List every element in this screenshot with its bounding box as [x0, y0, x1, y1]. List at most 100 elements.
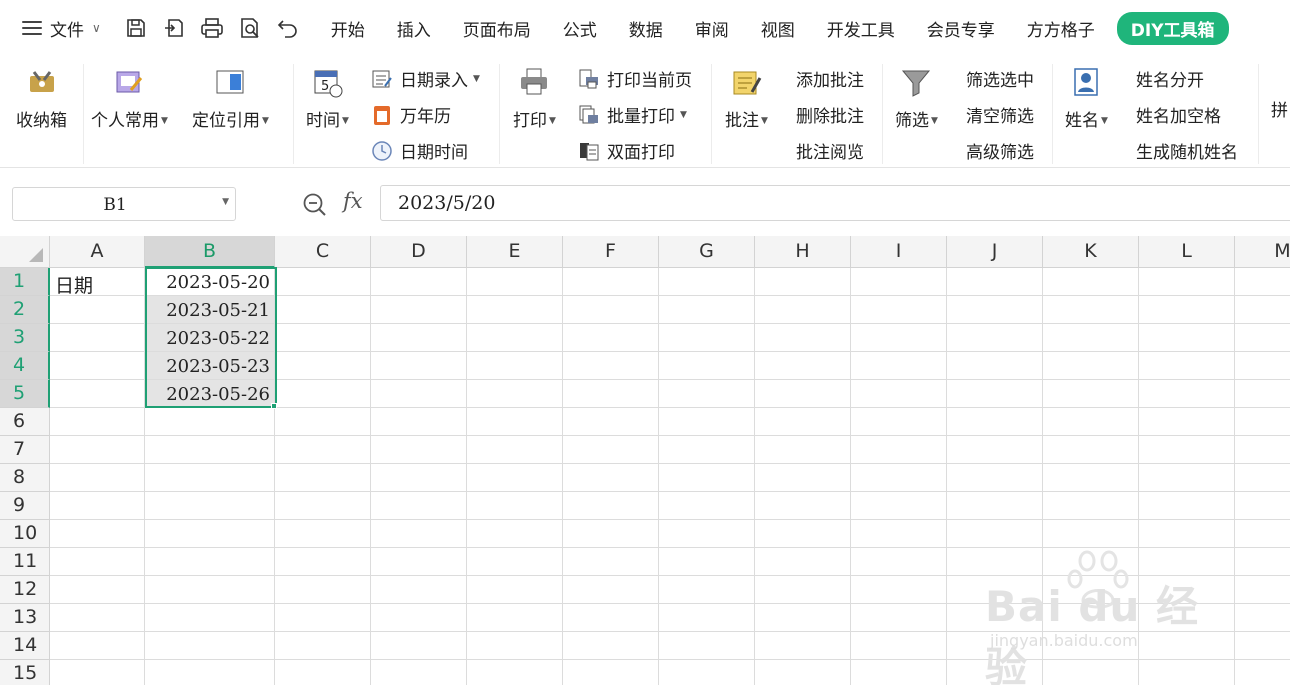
- tab-home[interactable]: 开始: [315, 16, 381, 41]
- cell-c11[interactable]: [275, 548, 371, 576]
- cell-l3[interactable]: [1139, 324, 1235, 352]
- cell-l15[interactable]: [1139, 660, 1235, 685]
- cell-f15[interactable]: [563, 660, 659, 685]
- cell-g12[interactable]: [659, 576, 755, 604]
- cell-c1[interactable]: [275, 268, 371, 296]
- cell-i10[interactable]: [851, 520, 947, 548]
- pinyin-button[interactable]: 拼: [1271, 96, 1288, 121]
- column-header-e[interactable]: E: [467, 236, 563, 268]
- cell-l11[interactable]: [1139, 548, 1235, 576]
- cell-b1[interactable]: 2023-05-20: [145, 268, 275, 296]
- cell-f10[interactable]: [563, 520, 659, 548]
- cell-a13[interactable]: [50, 604, 145, 632]
- cell-c2[interactable]: [275, 296, 371, 324]
- cell-d3[interactable]: [371, 324, 467, 352]
- view-comment-button[interactable]: 批注阅览: [796, 138, 864, 163]
- cell-d5[interactable]: [371, 380, 467, 408]
- cell-c9[interactable]: [275, 492, 371, 520]
- formula-input[interactable]: 2023/5/20: [380, 185, 1290, 221]
- cell-c12[interactable]: [275, 576, 371, 604]
- cell-e3[interactable]: [467, 324, 563, 352]
- cell-i2[interactable]: [851, 296, 947, 324]
- time-button[interactable]: 5 时间 ▼: [306, 56, 349, 131]
- cell-b3[interactable]: 2023-05-22: [145, 324, 275, 352]
- cell-b4[interactable]: 2023-05-23: [145, 352, 275, 380]
- cell-h12[interactable]: [755, 576, 851, 604]
- cell-k6[interactable]: [1043, 408, 1139, 436]
- cell-f8[interactable]: [563, 464, 659, 492]
- cell-b2[interactable]: 2023-05-21: [145, 296, 275, 324]
- cell-i1[interactable]: [851, 268, 947, 296]
- cell-m5[interactable]: [1235, 380, 1290, 408]
- cell-h11[interactable]: [755, 548, 851, 576]
- cell-k4[interactable]: [1043, 352, 1139, 380]
- cell-m12[interactable]: [1235, 576, 1290, 604]
- print-current-page-button[interactable]: 打印当前页: [578, 66, 692, 91]
- cell-i5[interactable]: [851, 380, 947, 408]
- cell-f13[interactable]: [563, 604, 659, 632]
- cell-d12[interactable]: [371, 576, 467, 604]
- cell-l14[interactable]: [1139, 632, 1235, 660]
- cell-m8[interactable]: [1235, 464, 1290, 492]
- cell-a11[interactable]: [50, 548, 145, 576]
- random-name-button[interactable]: 生成随机姓名: [1136, 138, 1238, 163]
- cell-h7[interactable]: [755, 436, 851, 464]
- row-header-8[interactable]: 8: [0, 464, 50, 492]
- cell-g11[interactable]: [659, 548, 755, 576]
- cell-b13[interactable]: [145, 604, 275, 632]
- print-preview-icon[interactable]: [237, 15, 263, 41]
- tab-diy-toolbox[interactable]: DIY工具箱: [1116, 11, 1229, 45]
- cell-h8[interactable]: [755, 464, 851, 492]
- cell-g6[interactable]: [659, 408, 755, 436]
- cell-i11[interactable]: [851, 548, 947, 576]
- cell-a4[interactable]: [50, 352, 145, 380]
- cell-h5[interactable]: [755, 380, 851, 408]
- cell-m11[interactable]: [1235, 548, 1290, 576]
- datetime-button[interactable]: 日期时间: [371, 138, 468, 163]
- cell-k9[interactable]: [1043, 492, 1139, 520]
- cell-m14[interactable]: [1235, 632, 1290, 660]
- cell-a6[interactable]: [50, 408, 145, 436]
- cell-k5[interactable]: [1043, 380, 1139, 408]
- row-header-3[interactable]: 3: [0, 324, 50, 352]
- cell-c7[interactable]: [275, 436, 371, 464]
- clear-filter-button[interactable]: 清空筛选: [966, 102, 1034, 127]
- cell-i4[interactable]: [851, 352, 947, 380]
- cell-g10[interactable]: [659, 520, 755, 548]
- cell-j11[interactable]: [947, 548, 1043, 576]
- cell-b9[interactable]: [145, 492, 275, 520]
- cell-f7[interactable]: [563, 436, 659, 464]
- cell-i13[interactable]: [851, 604, 947, 632]
- cell-a1[interactable]: 日期: [50, 268, 145, 296]
- cell-f9[interactable]: [563, 492, 659, 520]
- cell-i12[interactable]: [851, 576, 947, 604]
- cell-a8[interactable]: [50, 464, 145, 492]
- cell-h1[interactable]: [755, 268, 851, 296]
- filter-selected-button[interactable]: 筛选选中: [966, 66, 1034, 91]
- cell-a2[interactable]: [50, 296, 145, 324]
- cell-b11[interactable]: [145, 548, 275, 576]
- cell-g13[interactable]: [659, 604, 755, 632]
- cell-d11[interactable]: [371, 548, 467, 576]
- cell-b5[interactable]: 2023-05-26: [145, 380, 275, 408]
- cell-c13[interactable]: [275, 604, 371, 632]
- tab-member[interactable]: 会员专享: [911, 16, 1011, 41]
- cell-j7[interactable]: [947, 436, 1043, 464]
- cell-l2[interactable]: [1139, 296, 1235, 324]
- cell-b10[interactable]: [145, 520, 275, 548]
- cell-k7[interactable]: [1043, 436, 1139, 464]
- cell-e1[interactable]: [467, 268, 563, 296]
- cell-j2[interactable]: [947, 296, 1043, 324]
- cell-k1[interactable]: [1043, 268, 1139, 296]
- column-header-i[interactable]: I: [851, 236, 947, 268]
- cell-a14[interactable]: [50, 632, 145, 660]
- cell-k8[interactable]: [1043, 464, 1139, 492]
- undo-icon[interactable]: [275, 15, 301, 41]
- cell-m10[interactable]: [1235, 520, 1290, 548]
- name-add-space-button[interactable]: 姓名加空格: [1136, 102, 1221, 127]
- cell-j4[interactable]: [947, 352, 1043, 380]
- cell-i7[interactable]: [851, 436, 947, 464]
- cell-c14[interactable]: [275, 632, 371, 660]
- cell-c15[interactable]: [275, 660, 371, 685]
- row-header-15[interactable]: 15: [0, 660, 50, 685]
